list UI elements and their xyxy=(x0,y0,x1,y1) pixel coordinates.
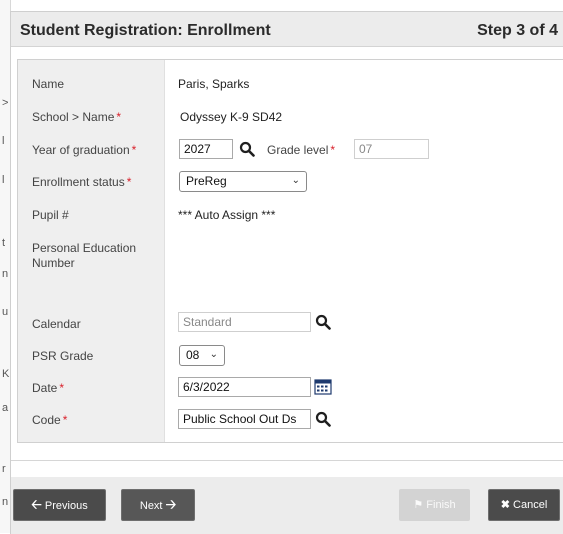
background-text-fragment: u xyxy=(2,306,9,318)
date-label: Date * xyxy=(32,381,65,395)
step-indicator: Step 3 of 4 xyxy=(477,22,558,39)
grade-level-label: Grade level * xyxy=(267,143,336,157)
search-icon[interactable] xyxy=(315,314,331,330)
arrow-right-icon: 🡢 xyxy=(165,497,177,512)
code-input[interactable]: Public School Out Ds xyxy=(178,409,311,429)
previous-button[interactable]: 🡠 Previous xyxy=(13,489,106,521)
psr-grade-label: PSR Grade xyxy=(32,349,94,363)
code-label: Code * xyxy=(32,413,68,427)
enrollment-form: Name Paris, Sparks School > Name * Odysse… xyxy=(17,59,563,443)
enrollment-dialog: Student Registration: Enrollment Step 3 … xyxy=(10,11,563,534)
flag-icon: ⚑ xyxy=(413,499,424,511)
cancel-button[interactable]: ✖ Cancel xyxy=(488,489,560,521)
calendar-picker-icon[interactable] xyxy=(314,379,332,395)
background-text-fragment: n xyxy=(2,268,9,280)
enrollment-status-select[interactable]: PreReg ⌄ xyxy=(179,171,307,192)
dialog-header: Student Registration: Enrollment Step 3 … xyxy=(11,12,563,47)
background-text-fragment: > xyxy=(2,97,9,109)
search-icon[interactable] xyxy=(239,141,255,157)
background-text-fragment: l xyxy=(2,174,5,186)
background-text-fragment: r xyxy=(2,463,6,475)
school-name-value: Odyssey K-9 SD42 xyxy=(180,110,283,124)
personal-education-number-label: Personal Education Number xyxy=(32,241,137,270)
background-text-fragment: l xyxy=(2,135,5,147)
background-text-fragment: n xyxy=(2,496,9,508)
grade-level-input: 07 xyxy=(354,139,429,159)
name-label: Name xyxy=(32,77,65,91)
footer-divider xyxy=(11,460,563,461)
calendar-label: Calendar xyxy=(32,317,81,331)
psr-grade-select[interactable]: 08 ⌄ xyxy=(179,345,225,366)
dialog-title: Student Registration: Enrollment xyxy=(20,22,271,39)
pupil-number-value: *** Auto Assign *** xyxy=(178,208,276,222)
year-of-graduation-label: Year of graduation * xyxy=(32,143,137,157)
date-input[interactable]: 6/3/2022 xyxy=(178,377,311,397)
chevron-down-icon: ⌄ xyxy=(291,175,300,186)
pupil-number-label: Pupil # xyxy=(32,208,69,222)
year-of-graduation-input[interactable]: 2027 xyxy=(179,139,233,159)
psr-grade-value: 08 xyxy=(186,348,200,362)
enrollment-status-value: PreReg xyxy=(186,174,227,188)
name-value: Paris, Sparks xyxy=(178,77,250,91)
enrollment-status-label: Enrollment status * xyxy=(32,175,132,189)
calendar-input[interactable]: Standard xyxy=(178,312,311,332)
chevron-down-icon: ⌄ xyxy=(209,349,218,360)
finish-button[interactable]: ⚑ Finish xyxy=(399,489,470,521)
school-name-label: School > Name * xyxy=(32,110,122,124)
background-text-fragment: K xyxy=(2,368,10,380)
dialog-footer: 🡠 Previous Next 🡢 ⚑ Finish ✖ Cancel xyxy=(11,477,563,534)
next-button[interactable]: Next 🡢 xyxy=(121,489,195,521)
background-text-fragment: t xyxy=(2,237,6,249)
arrow-left-icon: 🡠 xyxy=(31,497,42,512)
search-icon[interactable] xyxy=(315,411,331,427)
background-text-fragment: a xyxy=(2,402,9,414)
close-icon: ✖ xyxy=(500,499,510,511)
